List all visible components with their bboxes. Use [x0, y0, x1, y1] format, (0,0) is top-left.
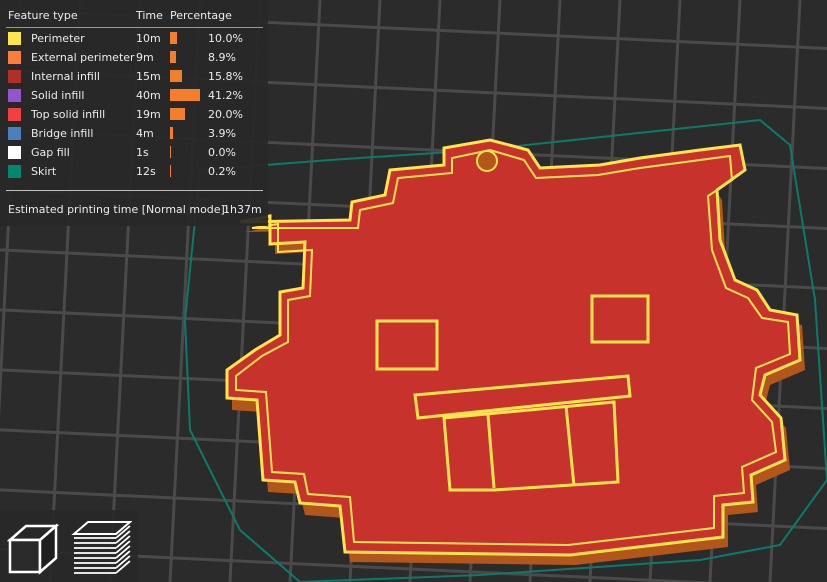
legend-row: Skirt 12s 0.2% — [0, 162, 268, 181]
feature-name: Skirt — [31, 165, 57, 178]
feature-percentage: 8.9% — [208, 51, 236, 64]
percentage-bar — [170, 51, 177, 63]
iso-view-icon — [6, 523, 60, 575]
legend-separator — [6, 190, 263, 191]
view-toolbar — [0, 510, 138, 582]
feature-percentage: 15.8% — [208, 70, 243, 83]
feature-time: 12s — [136, 165, 156, 178]
feature-percentage: 0.0% — [208, 146, 236, 159]
feature-time: 9m — [136, 51, 154, 64]
color-swatch — [8, 32, 21, 45]
color-swatch — [8, 165, 21, 178]
feature-name: Solid infill — [31, 89, 85, 102]
feature-type-header: Feature type — [8, 9, 78, 22]
legend-row: Bridge infill 4m 3.9% — [0, 124, 268, 143]
color-swatch — [8, 127, 21, 140]
legend-row: External perimeter 9m 8.9% — [0, 48, 268, 67]
legend-row: Gap fill 1s 0.0% — [0, 143, 268, 162]
layers-view-button[interactable] — [70, 516, 133, 578]
feature-time: 1s — [136, 146, 149, 159]
legend-row: Top solid infill 19m 20.0% — [0, 105, 268, 124]
legend-panel: Feature type Time Percentage Perimeter 10… — [0, 0, 268, 226]
estimated-time-label: Estimated printing time [Normal mode]: — [8, 203, 229, 216]
percentage-bar — [170, 146, 171, 158]
feature-time: 4m — [136, 127, 154, 140]
feature-name: Top solid infill — [31, 108, 106, 121]
feature-percentage: 10.0% — [208, 32, 243, 45]
percentage-bar — [170, 108, 185, 120]
estimated-time-value: 1h37m — [223, 203, 262, 216]
feature-percentage: 41.2% — [208, 89, 243, 102]
percentage-bar — [170, 165, 171, 177]
color-swatch — [8, 70, 21, 83]
percentage-bar — [170, 89, 200, 101]
color-swatch — [8, 89, 21, 102]
percentage-bar — [170, 32, 178, 44]
legend-row: Perimeter 10m 10.0% — [0, 29, 268, 48]
feature-percentage: 20.0% — [208, 108, 243, 121]
header-divider — [6, 27, 263, 28]
iso-view-button[interactable] — [4, 516, 66, 578]
legend-row: Solid infill 40m 41.2% — [0, 86, 268, 105]
feature-percentage: 0.2% — [208, 165, 236, 178]
percentage-bar — [170, 127, 173, 139]
time-header: Time — [136, 9, 163, 22]
percentage-header: Percentage — [170, 9, 232, 22]
layers-view-icon — [71, 521, 133, 574]
legend-row: Internal infill 15m 15.8% — [0, 67, 268, 86]
feature-name: External perimeter — [31, 51, 135, 64]
feature-name: Perimeter — [31, 32, 85, 45]
percentage-bar — [170, 70, 182, 82]
feature-time: 10m — [136, 32, 161, 45]
feature-time: 19m — [136, 108, 161, 121]
color-swatch — [8, 108, 21, 121]
feature-percentage: 3.9% — [208, 127, 236, 140]
feature-name: Gap fill — [31, 146, 70, 159]
feature-name: Bridge infill — [31, 127, 94, 140]
feature-time: 15m — [136, 70, 161, 83]
feature-time: 40m — [136, 89, 161, 102]
feature-name: Internal infill — [31, 70, 100, 83]
color-swatch — [8, 51, 21, 64]
pin-hole — [476, 150, 498, 172]
color-swatch — [8, 146, 21, 159]
